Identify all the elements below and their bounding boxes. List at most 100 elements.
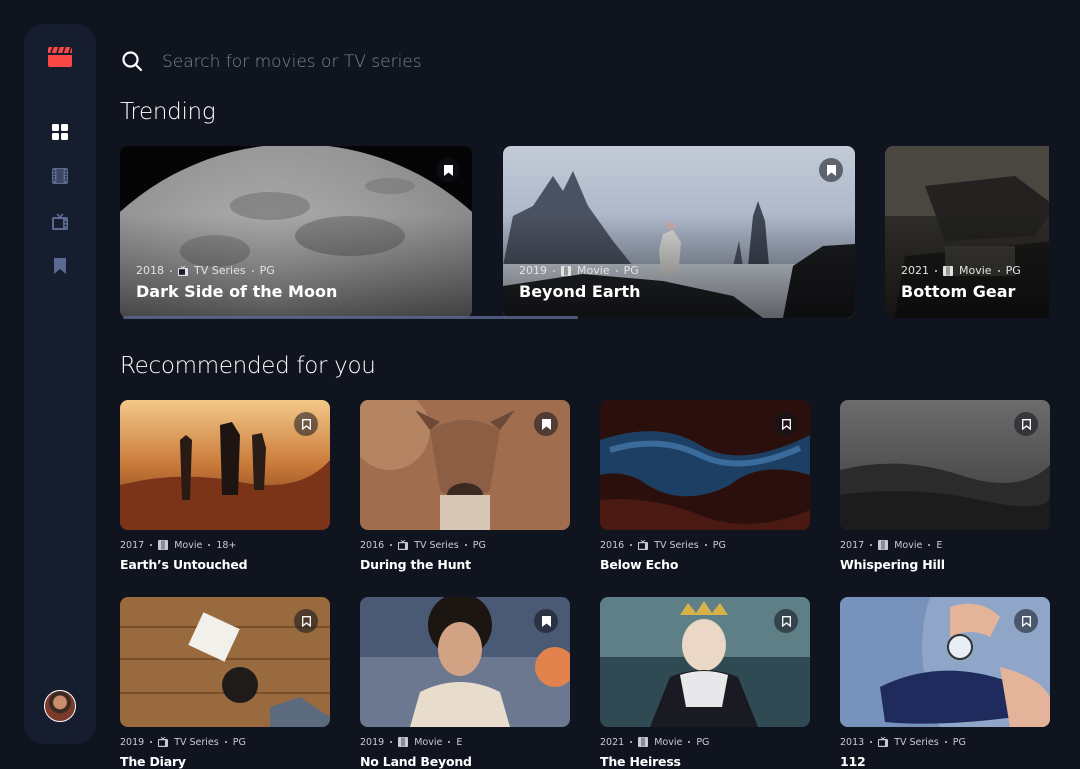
rating: E xyxy=(456,736,463,748)
rating: 18+ xyxy=(216,539,237,551)
category: Movie xyxy=(959,264,992,277)
category: Movie xyxy=(654,736,683,748)
category: TV Series xyxy=(894,736,939,748)
bookmark-button[interactable] xyxy=(819,158,843,182)
trending-title: Beyond Earth xyxy=(519,282,641,301)
tv-icon xyxy=(398,540,409,550)
card-title: Below Echo xyxy=(600,557,679,572)
category: TV Series xyxy=(414,539,459,551)
sidebar xyxy=(24,24,96,744)
film-icon xyxy=(158,540,169,550)
bookmark-filled-icon xyxy=(541,615,551,627)
card-meta: 2019 TV Series PG xyxy=(120,735,330,749)
film-icon xyxy=(398,737,409,747)
bookmark-button[interactable] xyxy=(294,412,318,436)
rating: PG xyxy=(696,736,710,748)
card-title: 112 xyxy=(840,754,866,769)
trending-card[interactable]: 2018 TV Series PG Dark Side of the Moon xyxy=(120,146,472,318)
bookmark-icon xyxy=(1021,418,1031,430)
user-avatar[interactable] xyxy=(44,690,76,722)
category: TV Series xyxy=(174,736,219,748)
bookmark-icon xyxy=(54,258,66,274)
tv-icon xyxy=(158,737,169,747)
recommended-card[interactable]: 2016 TV Series PG During the Hunt xyxy=(360,400,570,572)
trending-heading: Trending xyxy=(120,99,216,125)
rating: PG xyxy=(232,736,246,748)
bookmark-button[interactable] xyxy=(774,412,798,436)
year: 2018 xyxy=(136,264,164,277)
bookmark-icon xyxy=(781,418,791,430)
rating: PG xyxy=(712,539,726,551)
category: Movie xyxy=(577,264,610,277)
bookmark-button[interactable] xyxy=(1014,412,1038,436)
bookmark-icon xyxy=(301,418,311,430)
year: 2016 xyxy=(600,539,625,551)
bookmark-button[interactable] xyxy=(1014,609,1038,633)
year: 2019 xyxy=(120,736,145,748)
recommended-card[interactable]: 2017 Movie 18+ Earth’s Untouched xyxy=(120,400,330,572)
category: TV Series xyxy=(194,264,246,277)
bookmark-filled-icon xyxy=(443,164,453,176)
year: 2021 xyxy=(600,736,625,748)
category: Movie xyxy=(894,539,923,551)
year: 2016 xyxy=(360,539,385,551)
rating: PG xyxy=(623,264,639,277)
nav-home[interactable] xyxy=(50,122,70,142)
tv-icon xyxy=(178,265,188,276)
rating: PG xyxy=(952,736,966,748)
nav-tv-series[interactable] xyxy=(50,212,70,232)
card-title: Earth’s Untouched xyxy=(120,557,248,572)
rating: PG xyxy=(1005,264,1021,277)
nav-movies[interactable] xyxy=(50,166,70,186)
grid-icon xyxy=(52,124,68,140)
bookmark-button[interactable] xyxy=(534,609,558,633)
rating: PG xyxy=(472,539,486,551)
card-title: Whispering Hill xyxy=(840,557,945,572)
rating: E xyxy=(936,539,943,551)
nav-bookmarks[interactable] xyxy=(50,256,70,276)
year: 2013 xyxy=(840,736,865,748)
film-icon xyxy=(943,265,953,276)
recommended-card[interactable]: 2016 TV Series PG Below Echo xyxy=(600,400,810,572)
carousel-scrollbar[interactable] xyxy=(123,316,578,319)
card-title: No Land Beyond xyxy=(360,754,472,769)
card-meta: 2016 TV Series PG xyxy=(600,538,810,552)
tv-icon xyxy=(638,540,649,550)
card-meta: 2019 Movie E xyxy=(360,735,570,749)
film-icon xyxy=(561,265,571,276)
tv-icon xyxy=(878,737,889,747)
bookmark-filled-icon xyxy=(541,418,551,430)
tv-icon xyxy=(52,213,68,230)
bookmark-button[interactable] xyxy=(436,158,460,182)
card-meta: 2013 TV Series PG xyxy=(840,735,1050,749)
trending-card[interactable]: 2019 Movie PG Beyond Earth xyxy=(503,146,855,318)
search-bar xyxy=(120,46,1020,78)
bookmark-icon xyxy=(781,615,791,627)
year: 2019 xyxy=(519,264,547,277)
bookmark-button[interactable] xyxy=(534,412,558,436)
trending-meta: 2019 Movie PG xyxy=(519,264,639,277)
recommended-card[interactable]: 2019 TV Series PG The Diary xyxy=(120,597,330,769)
card-title: The Diary xyxy=(120,754,186,769)
recommended-card[interactable]: 2013 TV Series PG 112 xyxy=(840,597,1050,769)
rating: PG xyxy=(259,264,275,277)
film-icon xyxy=(878,540,889,550)
recommended-card[interactable]: 2019 Movie E No Land Beyond xyxy=(360,597,570,769)
bookmark-button[interactable] xyxy=(774,609,798,633)
category: Movie xyxy=(174,539,203,551)
film-icon xyxy=(638,737,649,747)
trending-card[interactable]: 2021 Movie PG Bottom Gear xyxy=(885,146,1049,318)
recommended-card[interactable]: 2017 Movie E Whispering Hill xyxy=(840,400,1050,572)
year: 2021 xyxy=(901,264,929,277)
bookmark-button[interactable] xyxy=(294,609,318,633)
recommended-heading: Recommended for you xyxy=(120,353,376,379)
card-meta: 2017 Movie E xyxy=(840,538,1050,552)
category: TV Series xyxy=(654,539,699,551)
trending-meta: 2018 TV Series PG xyxy=(136,264,275,277)
recommended-card[interactable]: 2021 Movie PG The Heiress xyxy=(600,597,810,769)
clapperboard-logo-icon[interactable] xyxy=(48,46,72,67)
trending-title: Bottom Gear xyxy=(901,282,1016,301)
search-input[interactable] xyxy=(160,46,864,78)
year: 2017 xyxy=(840,539,865,551)
trending-carousel[interactable]: 2018 TV Series PG Dark Side of the Moon xyxy=(120,146,1049,318)
